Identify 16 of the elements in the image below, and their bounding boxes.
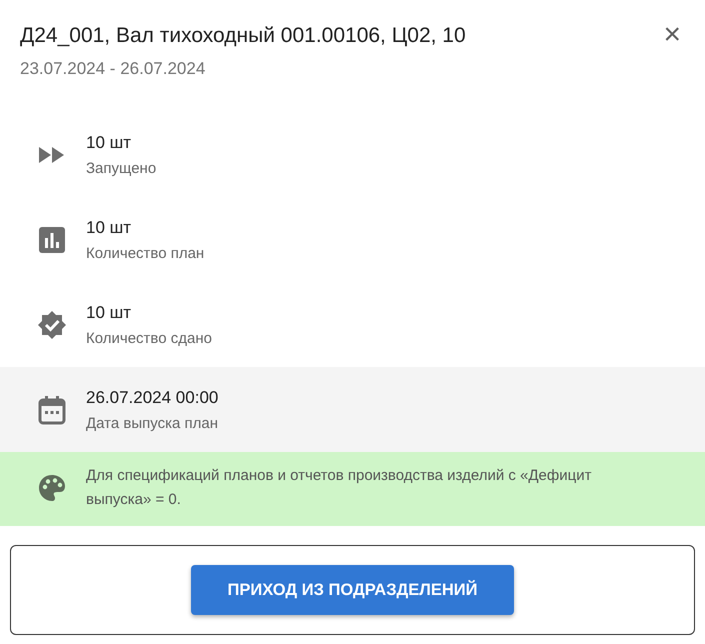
calendar-icon	[36, 394, 68, 426]
item-value: 26.07.2024 00:00	[86, 386, 218, 408]
date-range: 23.07.2024 - 26.07.2024	[20, 58, 206, 80]
item-value: 10 шт	[86, 302, 132, 324]
note-text: Для спецификаций планов и отчетов производства изделий с «Дефицит выпуска» = 0.	[86, 466, 592, 510]
receipt-button[interactable]: ПРИХОД ИЗ ПОДРАЗДЕЛЕНИЙ	[191, 565, 514, 615]
item-value: 10 шт	[86, 132, 132, 154]
item-value: 10 шт	[86, 216, 132, 238]
close-button[interactable]: ×	[657, 22, 687, 48]
item-label: Запущено	[86, 160, 156, 178]
palette-icon	[36, 472, 68, 504]
item-label: Количество сдано	[86, 330, 212, 348]
verified-badge-icon	[36, 308, 68, 340]
dialog-title: Д24_001, Вал тихоходный 001.00106, Ц02, 10	[20, 23, 466, 49]
item-label: Количество план	[86, 244, 204, 262]
item-label: Дата выпуска план	[86, 414, 218, 432]
